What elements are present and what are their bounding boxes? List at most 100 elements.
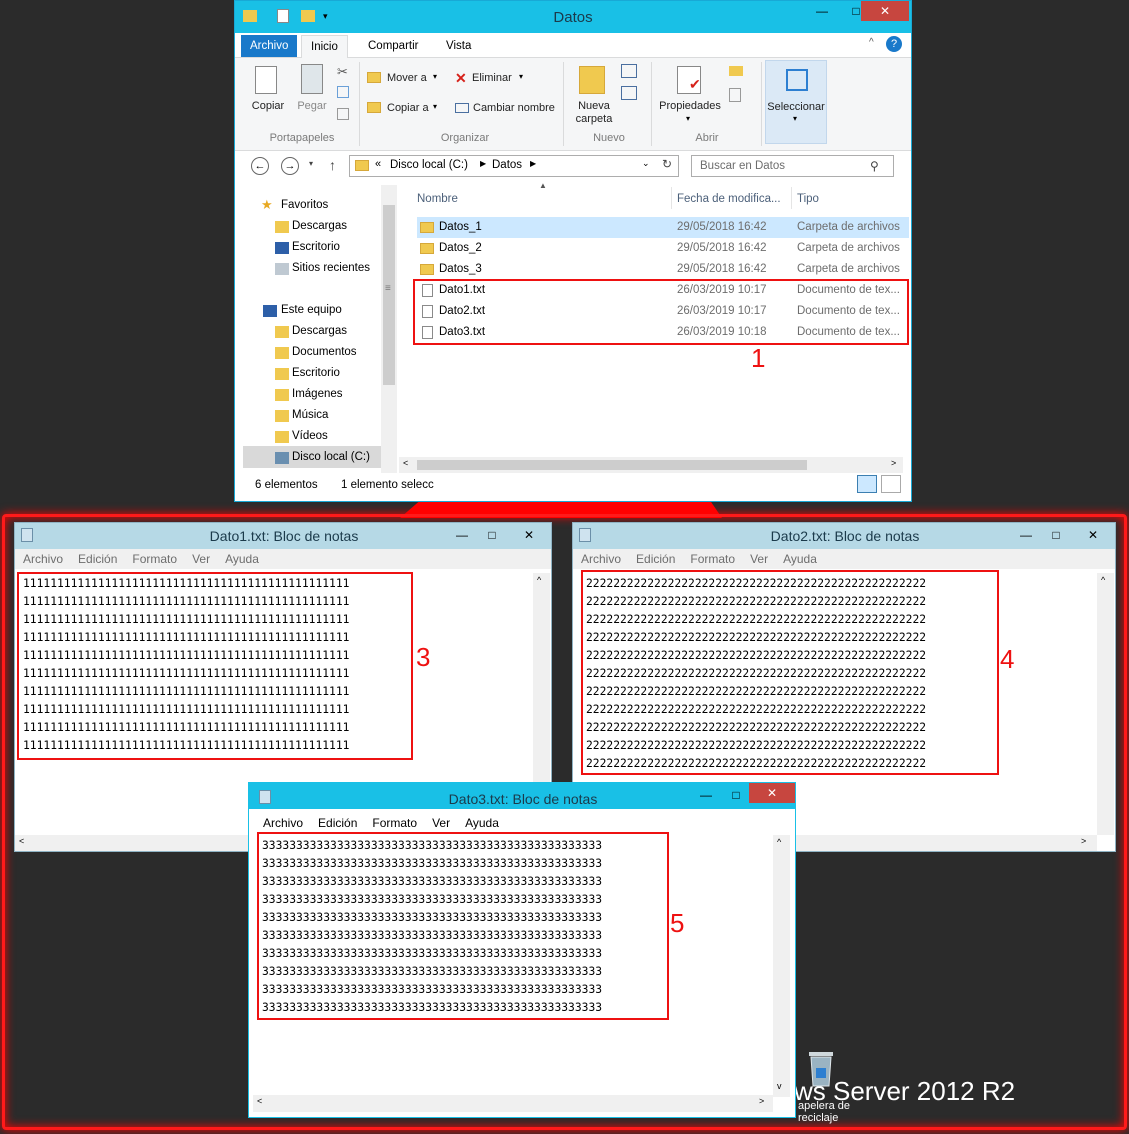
- refresh-icon[interactable]: ↻: [662, 157, 672, 171]
- menu-ayuda[interactable]: Ayuda: [783, 552, 817, 566]
- nav-pc-videos[interactable]: Vídeos: [292, 426, 328, 446]
- details-view-icon[interactable]: [857, 475, 877, 493]
- minimize-button[interactable]: —: [691, 785, 721, 805]
- maximize-button[interactable]: □: [1041, 525, 1071, 545]
- maximize-button[interactable]: □: [477, 525, 507, 545]
- scroll-right-icon[interactable]: >: [891, 458, 896, 468]
- scroll-right-icon[interactable]: >: [759, 1096, 764, 1106]
- address-overflow[interactable]: «: [375, 158, 381, 170]
- scroll-up-icon[interactable]: ^: [537, 575, 541, 585]
- copy-button[interactable]: Copiar: [247, 62, 289, 116]
- notepad-vscrollbar[interactable]: ^ v: [773, 835, 790, 1097]
- properties-button[interactable]: ✔ Propiedades ▾: [657, 62, 723, 128]
- nav-scrollbar[interactable]: ≡: [381, 185, 397, 473]
- nav-fav-descargas[interactable]: Descargas: [292, 216, 347, 236]
- scroll-up-icon[interactable]: ^: [777, 837, 781, 847]
- close-button[interactable]: ✕: [861, 1, 909, 21]
- menu-archivo[interactable]: Archivo: [263, 816, 303, 830]
- address-dropdown-icon[interactable]: ⌄: [642, 158, 650, 169]
- menu-ayuda[interactable]: Ayuda: [465, 816, 499, 830]
- notepad-titlebar[interactable]: Dato3.txt: Bloc de notas — □ ✕: [249, 783, 795, 809]
- menu-formato[interactable]: Formato: [132, 552, 177, 566]
- maximize-button[interactable]: □: [721, 785, 751, 805]
- copy-to-button[interactable]: Copiar a ▾: [367, 100, 447, 118]
- scroll-left-icon[interactable]: <: [19, 836, 24, 846]
- menu-ver[interactable]: Ver: [750, 552, 768, 566]
- large-icons-view-icon[interactable]: [881, 475, 901, 493]
- column-header-tipo[interactable]: Tipo: [797, 189, 907, 209]
- delete-button[interactable]: ✕ Eliminar ▾: [455, 70, 535, 88]
- up-button[interactable]: ↑: [329, 157, 336, 173]
- explorer-titlebar[interactable]: ▾ Datos — □ ✕: [235, 1, 911, 33]
- new-item-icon[interactable]: [621, 64, 637, 78]
- scroll-down-icon[interactable]: v: [777, 1081, 782, 1091]
- tab-inicio[interactable]: Inicio: [301, 35, 348, 58]
- column-header-fecha[interactable]: Fecha de modifica...: [677, 189, 789, 209]
- close-button[interactable]: ✕: [749, 783, 795, 803]
- chevron-up-icon[interactable]: ^: [869, 37, 874, 48]
- menu-edicion[interactable]: Edición: [318, 816, 357, 830]
- nav-este-equipo[interactable]: Este equipo: [281, 300, 342, 320]
- cut-icon[interactable]: ✂: [337, 64, 348, 80]
- search-icon[interactable]: ⚲: [870, 156, 879, 176]
- file-row[interactable]: Datos_3 29/05/2018 16:42 Carpeta de arch…: [417, 259, 909, 280]
- minimize-button[interactable]: —: [447, 525, 477, 545]
- menu-ver[interactable]: Ver: [432, 816, 450, 830]
- menu-edicion[interactable]: Edición: [78, 552, 117, 566]
- file-row[interactable]: Datos_1 29/05/2018 16:42 Carpeta de arch…: [417, 217, 909, 238]
- column-divider[interactable]: [791, 187, 792, 209]
- close-button[interactable]: ✕: [1075, 525, 1111, 545]
- scroll-left-icon[interactable]: <: [257, 1096, 262, 1106]
- breadcrumb-separator-icon[interactable]: ▶: [480, 159, 486, 168]
- paste-button[interactable]: Pegar: [291, 62, 333, 116]
- recent-locations-button[interactable]: ▾: [309, 159, 313, 168]
- breadcrumb-separator-icon[interactable]: ▶: [530, 159, 536, 168]
- nav-pc-imagenes[interactable]: Imágenes: [292, 384, 343, 404]
- nav-favoritos[interactable]: Favoritos: [281, 195, 328, 215]
- menu-archivo[interactable]: Archivo: [581, 552, 621, 566]
- file-hscrollbar[interactable]: < >: [399, 457, 903, 473]
- nav-pc-escritorio[interactable]: Escritorio: [292, 363, 340, 383]
- tab-compartir[interactable]: Compartir: [359, 35, 427, 57]
- menu-edicion[interactable]: Edición: [636, 552, 675, 566]
- minimize-button[interactable]: —: [1011, 525, 1041, 545]
- column-header-nombre[interactable]: Nombre: [417, 189, 671, 209]
- nav-scroll-thumb[interactable]: [383, 205, 395, 385]
- nav-pc-documentos[interactable]: Documentos: [292, 342, 357, 362]
- new-folder-button[interactable]: Nueva carpeta: [569, 62, 619, 128]
- menu-formato[interactable]: Formato: [372, 816, 417, 830]
- notepad-vscrollbar[interactable]: ^: [1097, 573, 1114, 835]
- nav-pc-musica[interactable]: Música: [292, 405, 328, 425]
- breadcrumb-folder[interactable]: Datos: [492, 159, 522, 171]
- scroll-left-icon[interactable]: <: [403, 458, 408, 468]
- breadcrumb-drive[interactable]: Disco local (C:): [390, 159, 468, 171]
- help-icon[interactable]: ?: [886, 36, 902, 52]
- forward-button[interactable]: →: [281, 157, 299, 175]
- notepad-titlebar[interactable]: Dato1.txt: Bloc de notas — □ ✕: [15, 523, 551, 549]
- notepad-hscrollbar[interactable]: < >: [253, 1095, 773, 1112]
- close-button[interactable]: ✕: [511, 525, 547, 545]
- file-row[interactable]: Datos_2 29/05/2018 16:42 Carpeta de arch…: [417, 238, 909, 259]
- move-to-button[interactable]: Mover a ▾: [367, 70, 447, 88]
- address-bar[interactable]: « Disco local (C:) ▶ Datos ▶ ⌄ ↻: [349, 155, 679, 177]
- nav-pc-descargas[interactable]: Descargas: [292, 321, 347, 341]
- menu-ayuda[interactable]: Ayuda: [225, 552, 259, 566]
- menu-formato[interactable]: Formato: [690, 552, 735, 566]
- scroll-right-icon[interactable]: >: [1081, 836, 1086, 846]
- scroll-up-icon[interactable]: ^: [1101, 575, 1105, 585]
- hscroll-thumb[interactable]: [417, 460, 807, 470]
- tab-vista[interactable]: Vista: [437, 35, 480, 57]
- copy-path-icon[interactable]: [337, 86, 349, 98]
- rename-button[interactable]: Cambiar nombre: [455, 100, 565, 118]
- notepad-titlebar[interactable]: Dato2.txt: Bloc de notas — □ ✕: [573, 523, 1115, 549]
- search-input[interactable]: Buscar en Datos ⚲: [691, 155, 894, 177]
- back-button[interactable]: ←: [251, 157, 269, 175]
- nav-fav-escritorio[interactable]: Escritorio: [292, 237, 340, 257]
- nav-fav-sitios-recientes[interactable]: Sitios recientes: [292, 258, 370, 278]
- minimize-button[interactable]: —: [805, 1, 839, 21]
- easy-access-icon[interactable]: [621, 86, 637, 100]
- nav-pc-disco-local[interactable]: Disco local (C:): [292, 447, 370, 467]
- paste-shortcut-icon[interactable]: [337, 108, 349, 120]
- open-icon[interactable]: [729, 66, 743, 76]
- menu-archivo[interactable]: Archivo: [23, 552, 63, 566]
